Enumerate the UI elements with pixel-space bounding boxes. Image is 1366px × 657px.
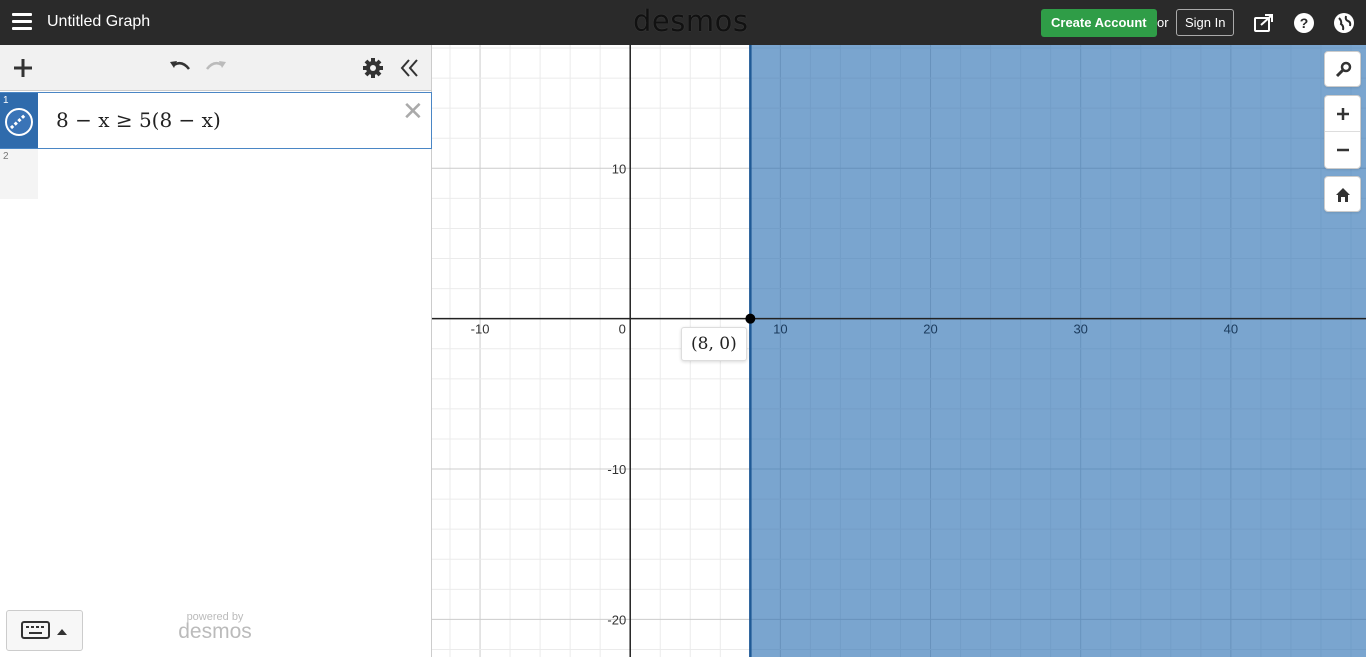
top-bar: Untitled Graph desmos Create Account or … bbox=[0, 0, 1366, 45]
menu-icon[interactable] bbox=[12, 13, 32, 31]
share-icon[interactable] bbox=[1253, 12, 1275, 34]
graph-title[interactable]: Untitled Graph bbox=[47, 13, 150, 31]
y-tick-label: -10 bbox=[607, 462, 626, 477]
collapse-panel-icon[interactable] bbox=[398, 56, 422, 80]
help-icon[interactable]: ? bbox=[1293, 12, 1315, 34]
undo-icon[interactable] bbox=[168, 56, 192, 80]
desmos-logo: desmos bbox=[633, 4, 749, 38]
x-tick-label: 10 bbox=[773, 322, 787, 337]
x-tick-label: 20 bbox=[923, 322, 937, 337]
chevron-up-icon bbox=[57, 629, 67, 635]
expression-number: 1 bbox=[3, 95, 9, 106]
zoom-in-icon[interactable] bbox=[1325, 96, 1360, 132]
default-viewport-button[interactable] bbox=[1324, 176, 1361, 212]
settings-gear-icon[interactable] bbox=[361, 56, 385, 80]
zoom-controls bbox=[1324, 95, 1361, 169]
x-tick-label: 30 bbox=[1073, 322, 1087, 337]
redo-icon[interactable] bbox=[204, 56, 228, 80]
powered-by-desmos: powered by desmos bbox=[176, 611, 254, 644]
graph-canvas[interactable]: -10 0 10 20 30 40 10 -10 -20 bbox=[432, 45, 1366, 657]
shaded-region bbox=[750, 45, 1366, 657]
keypad-toggle-button[interactable] bbox=[6, 610, 83, 651]
create-account-button[interactable]: Create Account bbox=[1041, 9, 1157, 37]
graph-paper[interactable]: -10 0 10 20 30 40 10 -10 -20 (8, 0) bbox=[432, 45, 1366, 657]
svg-text:?: ? bbox=[1300, 15, 1309, 31]
keyboard-icon bbox=[21, 621, 50, 639]
globe-icon[interactable] bbox=[1333, 12, 1355, 34]
graph-settings-button[interactable] bbox=[1324, 51, 1361, 87]
sign-in-button[interactable]: Sign In bbox=[1176, 9, 1235, 36]
footer-desmos-logo: desmos bbox=[178, 620, 252, 643]
expression-panel: 1 8 − x ≥ 5(8 − x) ✕ 2 powered by desmos bbox=[0, 45, 432, 657]
home-icon[interactable] bbox=[1325, 177, 1360, 213]
x-tick-label: 40 bbox=[1224, 322, 1238, 337]
y-tick-label: -20 bbox=[607, 612, 626, 627]
add-item-icon[interactable] bbox=[11, 56, 35, 80]
x-tick-label: -10 bbox=[471, 322, 490, 337]
expression-number: 2 bbox=[3, 151, 9, 162]
expression-gutter: 2 bbox=[0, 149, 38, 199]
expression-item[interactable]: 1 8 − x ≥ 5(8 − x) ✕ bbox=[0, 92, 432, 149]
or-text: or bbox=[1157, 15, 1169, 30]
intercept-point bbox=[745, 313, 756, 324]
point-coordinate-label[interactable]: (8, 0) bbox=[681, 327, 747, 361]
y-tick-label: 10 bbox=[612, 161, 626, 176]
expression-input[interactable]: 8 − x ≥ 5(8 − x) bbox=[56, 108, 221, 132]
zoom-out-icon[interactable] bbox=[1325, 132, 1360, 168]
x-tick-label: 0 bbox=[619, 322, 626, 337]
expression-gutter: 1 bbox=[0, 93, 38, 148]
expression-item[interactable]: 2 bbox=[0, 149, 432, 199]
delete-expression-icon[interactable]: ✕ bbox=[402, 98, 424, 124]
wrench-icon[interactable] bbox=[1325, 52, 1360, 88]
graph-color-icon[interactable] bbox=[5, 108, 33, 136]
expression-toolbar bbox=[0, 45, 431, 91]
